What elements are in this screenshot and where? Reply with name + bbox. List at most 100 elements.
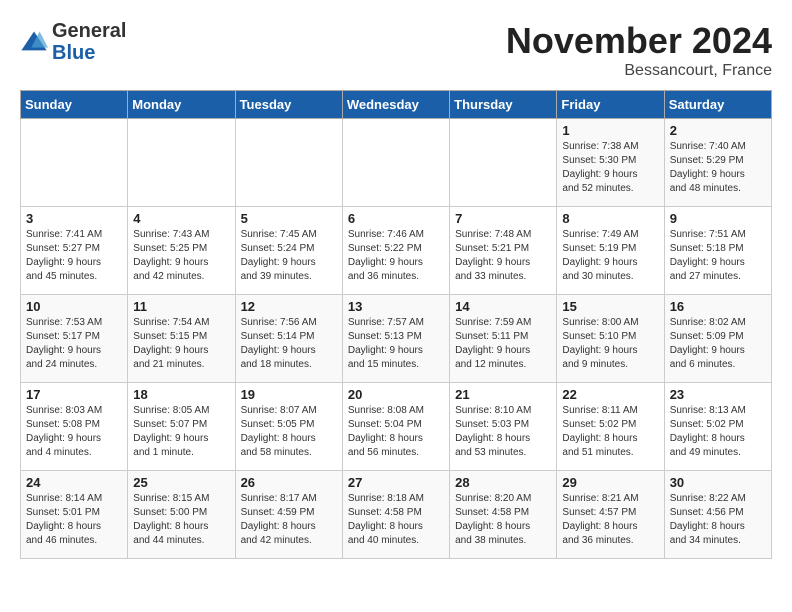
calendar-cell bbox=[235, 119, 342, 207]
logo: General Blue bbox=[20, 20, 126, 64]
day-info: Sunrise: 7:45 AM Sunset: 5:24 PM Dayligh… bbox=[241, 228, 337, 284]
day-number: 8 bbox=[562, 211, 658, 226]
day-info: Sunrise: 7:38 AM Sunset: 5:30 PM Dayligh… bbox=[562, 140, 658, 196]
day-info: Sunrise: 8:07 AM Sunset: 5:05 PM Dayligh… bbox=[241, 404, 337, 460]
day-info: Sunrise: 8:05 AM Sunset: 5:07 PM Dayligh… bbox=[133, 404, 229, 460]
day-info: Sunrise: 8:21 AM Sunset: 4:57 PM Dayligh… bbox=[562, 492, 658, 548]
day-number: 18 bbox=[133, 387, 229, 402]
day-number: 23 bbox=[670, 387, 766, 402]
day-info: Sunrise: 8:03 AM Sunset: 5:08 PM Dayligh… bbox=[26, 404, 122, 460]
weekday-header: Monday bbox=[128, 91, 235, 119]
day-info: Sunrise: 7:43 AM Sunset: 5:25 PM Dayligh… bbox=[133, 228, 229, 284]
day-info: Sunrise: 7:49 AM Sunset: 5:19 PM Dayligh… bbox=[562, 228, 658, 284]
calendar-cell: 30 Sunrise: 8:22 AM Sunset: 4:56 PM Dayli… bbox=[664, 471, 771, 559]
day-number: 20 bbox=[348, 387, 444, 402]
day-number: 10 bbox=[26, 299, 122, 314]
day-info: Sunrise: 8:08 AM Sunset: 5:04 PM Dayligh… bbox=[348, 404, 444, 460]
calendar-table: SundayMondayTuesdayWednesdayThursdayFrid… bbox=[20, 90, 772, 559]
location: Bessancourt, France bbox=[506, 62, 772, 80]
day-info: Sunrise: 8:17 AM Sunset: 4:59 PM Dayligh… bbox=[241, 492, 337, 548]
calendar-cell: 24 Sunrise: 8:14 AM Sunset: 5:01 PM Dayli… bbox=[21, 471, 128, 559]
day-info: Sunrise: 7:54 AM Sunset: 5:15 PM Dayligh… bbox=[133, 316, 229, 372]
calendar-cell: 14Sunrise: 7:59 AM Sunset: 5:11 PM Dayli… bbox=[450, 295, 557, 383]
calendar-cell bbox=[450, 119, 557, 207]
month-title: November 2024 bbox=[506, 20, 772, 62]
day-number: 7 bbox=[455, 211, 551, 226]
day-number: 28 bbox=[455, 475, 551, 490]
day-number: 13 bbox=[348, 299, 444, 314]
calendar-header: SundayMondayTuesdayWednesdayThursdayFrid… bbox=[21, 91, 772, 119]
day-number: 6 bbox=[348, 211, 444, 226]
day-number: 26 bbox=[241, 475, 337, 490]
day-info: Sunrise: 7:48 AM Sunset: 5:21 PM Dayligh… bbox=[455, 228, 551, 284]
day-info: Sunrise: 8:13 AM Sunset: 5:02 PM Dayligh… bbox=[670, 404, 766, 460]
day-info: Sunrise: 7:56 AM Sunset: 5:14 PM Dayligh… bbox=[241, 316, 337, 372]
calendar-week-row: 1 Sunrise: 7:38 AM Sunset: 5:30 PM Daylig… bbox=[21, 119, 772, 207]
day-number: 19 bbox=[241, 387, 337, 402]
calendar-cell bbox=[342, 119, 449, 207]
day-number: 11 bbox=[133, 299, 229, 314]
weekday-header: Friday bbox=[557, 91, 664, 119]
calendar-cell: 3Sunrise: 7:41 AM Sunset: 5:27 PM Daylig… bbox=[21, 207, 128, 295]
day-info: Sunrise: 8:15 AM Sunset: 5:00 PM Dayligh… bbox=[133, 492, 229, 548]
calendar-cell: 13 Sunrise: 7:57 AM Sunset: 5:13 PM Dayli… bbox=[342, 295, 449, 383]
calendar-cell bbox=[21, 119, 128, 207]
calendar-cell: 12 Sunrise: 7:56 AM Sunset: 5:14 PM Dayli… bbox=[235, 295, 342, 383]
calendar-cell bbox=[128, 119, 235, 207]
day-number: 3 bbox=[26, 211, 122, 226]
calendar-cell: 16 Sunrise: 8:02 AM Sunset: 5:09 PM Dayli… bbox=[664, 295, 771, 383]
calendar-cell: 17 Sunrise: 8:03 AM Sunset: 5:08 PM Dayli… bbox=[21, 383, 128, 471]
logo-general-text: General bbox=[52, 20, 126, 42]
calendar-cell: 28 Sunrise: 8:20 AM Sunset: 4:58 PM Dayli… bbox=[450, 471, 557, 559]
day-info: Sunrise: 7:51 AM Sunset: 5:18 PM Dayligh… bbox=[670, 228, 766, 284]
day-info: Sunrise: 8:00 AM Sunset: 5:10 PM Dayligh… bbox=[562, 316, 658, 372]
calendar-cell: 27Sunrise: 8:18 AM Sunset: 4:58 PM Dayli… bbox=[342, 471, 449, 559]
day-number: 27 bbox=[348, 475, 444, 490]
day-number: 21 bbox=[455, 387, 551, 402]
logo-icon bbox=[20, 28, 48, 56]
page-header: General Blue November 2024 Bessancourt, … bbox=[20, 20, 772, 80]
day-number: 1 bbox=[562, 123, 658, 138]
day-info: Sunrise: 7:46 AM Sunset: 5:22 PM Dayligh… bbox=[348, 228, 444, 284]
calendar-cell: 10 Sunrise: 7:53 AM Sunset: 5:17 PM Dayli… bbox=[21, 295, 128, 383]
day-number: 30 bbox=[670, 475, 766, 490]
calendar-cell: 29 Sunrise: 8:21 AM Sunset: 4:57 PM Dayli… bbox=[557, 471, 664, 559]
day-number: 24 bbox=[26, 475, 122, 490]
logo-blue-text: Blue bbox=[52, 42, 126, 64]
day-number: 4 bbox=[133, 211, 229, 226]
calendar-week-row: 24 Sunrise: 8:14 AM Sunset: 5:01 PM Dayli… bbox=[21, 471, 772, 559]
weekday-header: Thursday bbox=[450, 91, 557, 119]
calendar-cell: 18 Sunrise: 8:05 AM Sunset: 5:07 PM Dayli… bbox=[128, 383, 235, 471]
calendar-cell: 11 Sunrise: 7:54 AM Sunset: 5:15 PM Dayli… bbox=[128, 295, 235, 383]
day-number: 22 bbox=[562, 387, 658, 402]
calendar-body: 1 Sunrise: 7:38 AM Sunset: 5:30 PM Daylig… bbox=[21, 119, 772, 559]
day-number: 12 bbox=[241, 299, 337, 314]
day-info: Sunrise: 8:14 AM Sunset: 5:01 PM Dayligh… bbox=[26, 492, 122, 548]
day-number: 5 bbox=[241, 211, 337, 226]
day-number: 29 bbox=[562, 475, 658, 490]
day-info: Sunrise: 8:20 AM Sunset: 4:58 PM Dayligh… bbox=[455, 492, 551, 548]
calendar-cell: 2Sunrise: 7:40 AM Sunset: 5:29 PM Daylig… bbox=[664, 119, 771, 207]
calendar-cell: 26 Sunrise: 8:17 AM Sunset: 4:59 PM Dayli… bbox=[235, 471, 342, 559]
day-info: Sunrise: 7:59 AM Sunset: 5:11 PM Dayligh… bbox=[455, 316, 551, 372]
calendar-cell: 21 Sunrise: 8:10 AM Sunset: 5:03 PM Dayli… bbox=[450, 383, 557, 471]
header-row: SundayMondayTuesdayWednesdayThursdayFrid… bbox=[21, 91, 772, 119]
day-number: 25 bbox=[133, 475, 229, 490]
day-number: 16 bbox=[670, 299, 766, 314]
day-info: Sunrise: 8:22 AM Sunset: 4:56 PM Dayligh… bbox=[670, 492, 766, 548]
calendar-cell: 22 Sunrise: 8:11 AM Sunset: 5:02 PM Dayli… bbox=[557, 383, 664, 471]
calendar-cell: 4 Sunrise: 7:43 AM Sunset: 5:25 PM Daylig… bbox=[128, 207, 235, 295]
day-info: Sunrise: 7:53 AM Sunset: 5:17 PM Dayligh… bbox=[26, 316, 122, 372]
day-info: Sunrise: 8:11 AM Sunset: 5:02 PM Dayligh… bbox=[562, 404, 658, 460]
weekday-header: Saturday bbox=[664, 91, 771, 119]
day-info: Sunrise: 7:57 AM Sunset: 5:13 PM Dayligh… bbox=[348, 316, 444, 372]
day-info: Sunrise: 8:10 AM Sunset: 5:03 PM Dayligh… bbox=[455, 404, 551, 460]
calendar-cell: 6 Sunrise: 7:46 AM Sunset: 5:22 PM Daylig… bbox=[342, 207, 449, 295]
calendar-cell: 15Sunrise: 8:00 AM Sunset: 5:10 PM Dayli… bbox=[557, 295, 664, 383]
weekday-header: Wednesday bbox=[342, 91, 449, 119]
calendar-cell: 5 Sunrise: 7:45 AM Sunset: 5:24 PM Daylig… bbox=[235, 207, 342, 295]
day-info: Sunrise: 8:02 AM Sunset: 5:09 PM Dayligh… bbox=[670, 316, 766, 372]
day-number: 17 bbox=[26, 387, 122, 402]
calendar-cell: 19 Sunrise: 8:07 AM Sunset: 5:05 PM Dayli… bbox=[235, 383, 342, 471]
day-number: 2 bbox=[670, 123, 766, 138]
